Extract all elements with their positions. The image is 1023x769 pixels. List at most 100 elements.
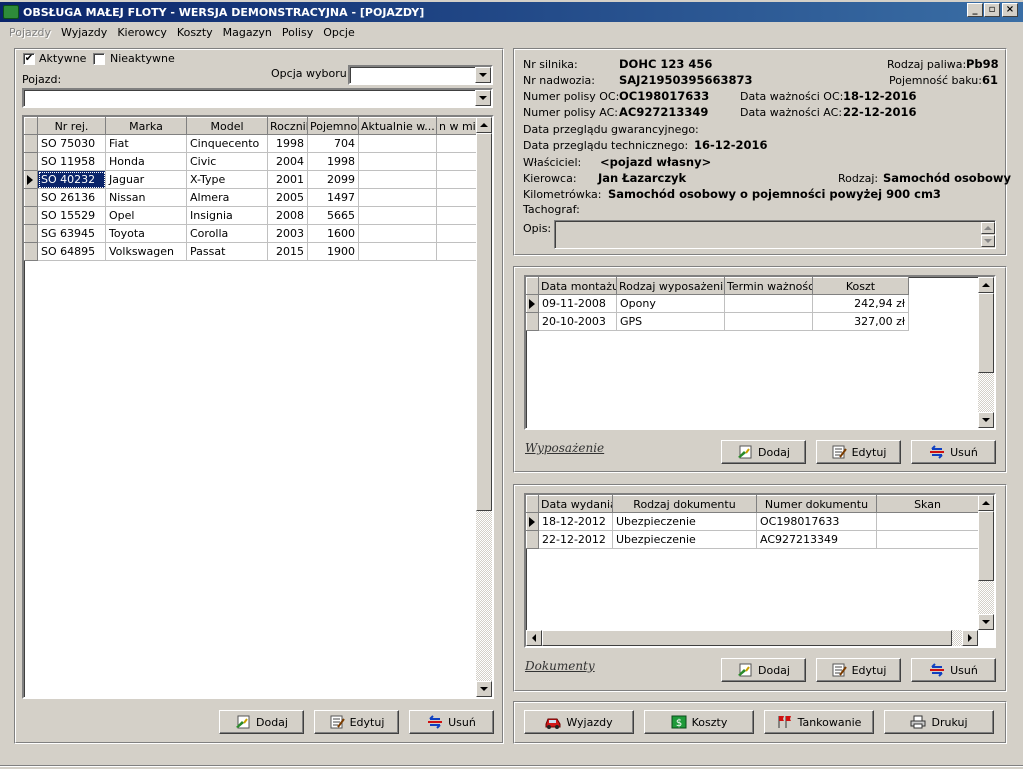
equipment-scroll-thumb[interactable] (978, 293, 994, 373)
vehicle-cell[interactable]: Honda (105, 152, 187, 171)
vehicle-row[interactable]: SO 75030 Fiat Cinquecento 1998 704 (24, 134, 477, 153)
menu-kierowcy[interactable]: Kierowcy (112, 26, 172, 39)
vehicle-edit-button[interactable]: Edytuj (314, 710, 399, 734)
scroll-right-button[interactable] (962, 630, 978, 646)
scroll-down-button[interactable] (476, 681, 492, 697)
vehicle-cell[interactable]: 1600 (307, 224, 359, 243)
vehicle-cell[interactable]: SO 40232 (37, 170, 106, 189)
vehicle-cell[interactable]: Fiat (105, 134, 187, 153)
vehicle-cell[interactable] (358, 152, 437, 171)
equipment-cell[interactable] (724, 312, 813, 331)
equipment-add-button[interactable]: Dodaj (721, 440, 806, 464)
vehicle-cell[interactable] (358, 224, 437, 243)
row-indicator[interactable] (24, 188, 38, 207)
menu-wyjazdy[interactable]: Wyjazdy (56, 26, 112, 39)
documents-add-button[interactable]: Dodaj (721, 658, 806, 682)
vehicle-row[interactable]: SO 64895 Volkswagen Passat 2015 1900 (24, 242, 477, 261)
equipment-cell[interactable]: 20-10-2003 (538, 312, 617, 331)
document-cell[interactable]: 22-12-2012 (538, 530, 613, 549)
costs-button[interactable]: $ Koszty (644, 710, 754, 734)
document-cell[interactable]: Ubezpieczenie (612, 530, 757, 549)
row-indicator[interactable] (24, 224, 38, 243)
vehicle-cell[interactable]: SO 75030 (37, 134, 106, 153)
equipment-cell[interactable] (724, 294, 813, 313)
col-header-aktualnie[interactable]: Aktualnie w... (358, 117, 437, 135)
vehicle-cell[interactable]: 2008 (267, 206, 308, 225)
restore-button[interactable]: ▫ (984, 3, 1000, 17)
col-header-w-miejscu[interactable]: n w mie (436, 117, 477, 135)
inactive-checkbox[interactable] (93, 53, 105, 65)
row-indicator[interactable] (526, 312, 539, 331)
vehicle-delete-button[interactable]: Usuń (409, 710, 494, 734)
vehicle-cell[interactable]: 2001 (267, 170, 308, 189)
vehicle-cell[interactable]: SO 64895 (37, 242, 106, 261)
equipment-row[interactable]: 09-11-2008 Opony 242,94 zł (526, 294, 909, 313)
col-header-nr-rej[interactable]: Nr rej. (37, 117, 106, 135)
col-header-model[interactable]: Model (186, 117, 268, 135)
col-header-koszt[interactable]: Koszt (812, 277, 909, 295)
row-indicator[interactable] (24, 242, 38, 261)
document-cell[interactable]: Ubezpieczenie (612, 512, 757, 531)
equipment-row[interactable]: 20-10-2003 GPS 327,00 zł (526, 312, 909, 331)
equipment-cell[interactable]: 327,00 zł (812, 312, 909, 331)
vehicle-select[interactable] (22, 88, 493, 108)
vehicle-cell[interactable]: 1998 (307, 152, 359, 171)
vehicle-cell[interactable]: 2004 (267, 152, 308, 171)
vehicle-cell[interactable]: Nissan (105, 188, 187, 207)
vehicle-cell[interactable] (436, 242, 477, 261)
minimize-button[interactable]: _ (967, 3, 983, 17)
vehicle-cell[interactable]: SG 63945 (37, 224, 106, 243)
equipment-cell[interactable]: 242,94 zł (812, 294, 909, 313)
equipment-grid[interactable]: Data montażu Rodzaj wyposażenia Termin w… (524, 275, 996, 430)
equipment-cell[interactable]: Opony (616, 294, 725, 313)
vehicle-cell[interactable]: Opel (105, 206, 187, 225)
document-cell[interactable]: 18-12-2012 (538, 512, 613, 531)
menu-magazyn[interactable]: Magazyn (218, 26, 277, 39)
vehicle-cell[interactable]: 1998 (267, 134, 308, 153)
print-button[interactable]: Drukuj (884, 710, 994, 734)
document-row[interactable]: 18-12-2012 Ubezpieczenie OC198017633 (526, 512, 979, 531)
col-header-rodzaj-dokumentu[interactable]: Rodzaj dokumentu (612, 495, 757, 513)
documents-hscroll[interactable] (526, 630, 978, 646)
menu-opcje[interactable]: Opcje (318, 26, 360, 39)
vehicles-vscroll[interactable] (476, 117, 492, 697)
vehicle-add-button[interactable]: Dodaj (219, 710, 304, 734)
col-header-data-wydania[interactable]: Data wydania (538, 495, 613, 513)
vehicle-cell[interactable] (358, 134, 437, 153)
vehicle-row[interactable]: SO 11958 Honda Civic 2004 1998 (24, 152, 477, 171)
description-memo[interactable] (554, 220, 996, 249)
documents-hscroll-thumb[interactable] (542, 630, 952, 646)
document-cell[interactable] (876, 530, 979, 549)
menu-pojazdy[interactable]: Pojazdy (4, 26, 56, 39)
fuel-button[interactable]: Tankowanie (764, 710, 874, 734)
vehicle-cell[interactable]: Civic (186, 152, 268, 171)
vehicle-cell[interactable]: Toyota (105, 224, 187, 243)
equipment-edit-button[interactable]: Edytuj (816, 440, 901, 464)
vehicle-cell[interactable] (436, 206, 477, 225)
documents-scroll-thumb[interactable] (978, 511, 994, 581)
scroll-up-button[interactable] (476, 117, 492, 133)
documents-edit-button[interactable]: Edytuj (816, 658, 901, 682)
vehicle-cell[interactable]: 2005 (267, 188, 308, 207)
vehicle-cell[interactable] (436, 170, 477, 189)
scroll-up-button[interactable] (978, 495, 994, 511)
vehicle-cell[interactable]: Cinquecento (186, 134, 268, 153)
option-select[interactable] (348, 65, 493, 85)
vehicle-cell[interactable]: 1497 (307, 188, 359, 207)
vehicle-cell[interactable]: 2003 (267, 224, 308, 243)
document-cell[interactable]: AC927213349 (756, 530, 877, 549)
scroll-up-button[interactable] (978, 277, 994, 293)
vehicle-cell[interactable]: SO 15529 (37, 206, 106, 225)
row-indicator[interactable] (24, 170, 38, 189)
equipment-cell[interactable]: 09-11-2008 (538, 294, 617, 313)
vehicle-cell[interactable]: Almera (186, 188, 268, 207)
documents-grid[interactable]: Data wydania Rodzaj dokumentu Numer doku… (524, 493, 996, 648)
vehicle-dropdown-button[interactable] (475, 90, 491, 106)
vehicle-cell[interactable]: Insignia (186, 206, 268, 225)
document-row[interactable]: 22-12-2012 Ubezpieczenie AC927213349 (526, 530, 979, 549)
row-indicator[interactable] (24, 152, 38, 171)
col-header-marka[interactable]: Marka (105, 117, 187, 135)
vehicles-grid[interactable]: Nr rej. Marka Model Rocznik Pojemność Ak… (22, 115, 494, 699)
vehicle-cell[interactable]: 704 (307, 134, 359, 153)
vehicle-cell[interactable] (358, 206, 437, 225)
